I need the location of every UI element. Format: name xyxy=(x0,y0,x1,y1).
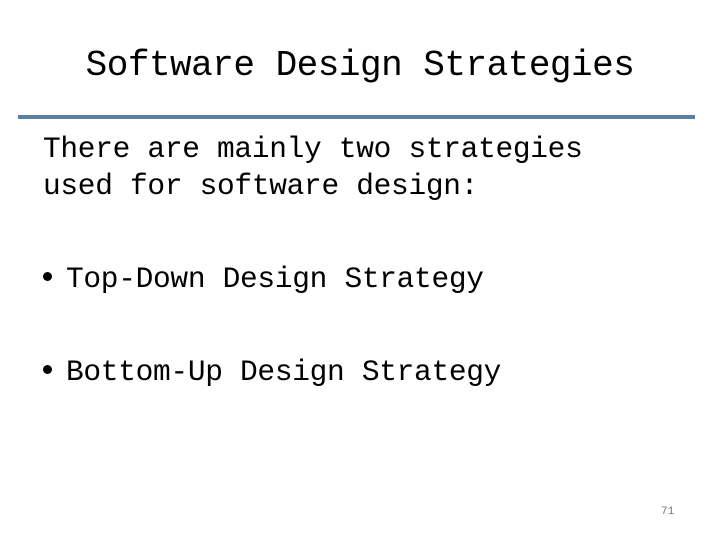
title-divider xyxy=(18,115,695,119)
bullet-item-bottom-up: Bottom-Up Design Strategy xyxy=(43,354,501,391)
bullet-item-top-down: Top-Down Design Strategy xyxy=(43,261,484,298)
intro-line: used for software design: xyxy=(43,169,479,203)
slide-title: Software Design Strategies xyxy=(85,45,635,86)
intro-paragraph: There are mainly two strategies used for… xyxy=(43,131,583,205)
intro-line: There are mainly two strategies xyxy=(43,132,583,166)
bullet-text: Bottom-Up Design Strategy xyxy=(66,355,502,389)
bullet-text: Top-Down Design Strategy xyxy=(66,262,484,296)
bullet-icon xyxy=(43,364,52,374)
bullet-icon xyxy=(43,271,52,281)
page-number: 71 xyxy=(661,506,675,518)
